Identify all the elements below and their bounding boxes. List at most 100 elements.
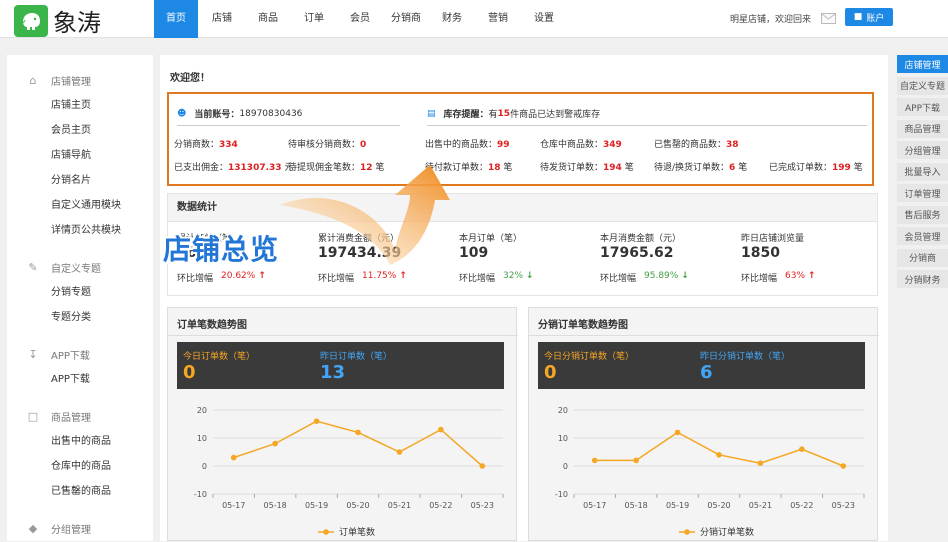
nav-item[interactable]: 商品 (246, 0, 290, 38)
stat-value: 334 (219, 140, 238, 150)
data-point[interactable] (591, 457, 598, 464)
stat-label: 已售罄的商品数： (654, 140, 727, 150)
basket-icon: □ (27, 410, 39, 423)
stat-item[interactable]: 待审核分销商数：0 (288, 137, 366, 150)
kpi-change: 20.62% ↑ (221, 271, 266, 284)
quick-menu-item[interactable]: 分销财务 (897, 270, 948, 288)
sidebar-item[interactable]: 会员主页 (7, 118, 153, 143)
mail-icon[interactable] (821, 13, 837, 24)
nav-item[interactable]: 会员 (338, 0, 382, 38)
data-point[interactable] (438, 426, 444, 433)
stat-unit: 笔 (738, 163, 748, 173)
stat-label: 待审核分销商数： (288, 140, 361, 150)
stat-item[interactable]: 已完成订单数：199 笔 (769, 160, 863, 173)
sidebar: ⌂ 店铺管理 店铺主页 会员主页 店铺导航 分销名片 自定义通用模块 详情页公共模块 ✎ 自定义专… (7, 55, 153, 541)
arrow-down-icon: ↓ (681, 271, 689, 281)
quick-menu-item[interactable]: APP下载 (897, 98, 948, 116)
data-point[interactable] (674, 429, 681, 436)
data-point[interactable] (840, 463, 847, 469)
stock-count[interactable]: 15 (498, 109, 511, 119)
x-tick-label: 05-23 (471, 501, 494, 510)
kpi-change: 95.89% ↓ (644, 271, 689, 284)
stat-item[interactable]: 待发货订单数：194 笔 (540, 160, 634, 173)
stat-unit: 笔 (503, 163, 513, 173)
data-point[interactable] (799, 446, 805, 452)
x-tick-label: 05-23 (832, 501, 855, 510)
x-tick-label: 05-17 (583, 501, 606, 510)
account-button[interactable]: ■ 账户 (845, 8, 893, 26)
data-point[interactable] (633, 457, 639, 464)
arrow-up-icon: ↑ (258, 271, 266, 281)
nav-item[interactable]: 分销商 (384, 0, 428, 38)
sidebar-group-header: ✎ 自定义专题 (7, 255, 153, 280)
stat-value: 38 (726, 140, 739, 150)
kpi-title: 昨日店铺浏览量 (741, 234, 805, 244)
nav-item[interactable]: 设置 (522, 0, 566, 38)
quick-menu-item[interactable]: 售后服务 (897, 205, 948, 224)
sidebar-item[interactable]: APP下载 (7, 367, 153, 392)
nav-item[interactable]: 财务 (430, 0, 474, 38)
right-quick-menu: 店铺管理自定义专题 APP下载商品管理分组管理批量导入订单管理售后服务会员管理分销… (897, 55, 948, 292)
stat-unit: 笔 (853, 163, 863, 173)
main-content: 欢迎您！ ☻ 当前账号： 18970830436 ▤ 库存提醒： 有 15 件商… (160, 55, 888, 541)
order-summary: 今日订单数（笔） 0 昨日订单数（笔） 13 (177, 342, 504, 389)
sidebar-item[interactable]: 分销专题 (7, 280, 153, 305)
kpi-change-label: 环比增幅 (177, 274, 214, 284)
kpi-change-value: 20.62% (221, 271, 256, 281)
stat-item[interactable]: 仓库中商品数：349 (540, 137, 622, 150)
account-value: 18970830436 (239, 108, 303, 119)
stat-value: 0 (360, 140, 367, 150)
data-point[interactable] (355, 429, 361, 436)
quick-menu-item[interactable]: 会员管理 (897, 227, 948, 245)
sidebar-item[interactable]: 店铺主页 (7, 93, 153, 118)
quick-menu-item[interactable]: 分组管理 (897, 141, 948, 159)
quick-menu-item[interactable]: 店铺管理 (897, 55, 948, 73)
x-tick-label: 05-17 (222, 501, 245, 510)
sidebar-item[interactable]: 自定义通用模块 (7, 193, 153, 218)
quick-menu-item[interactable]: 分销商 (897, 248, 948, 267)
nav-item[interactable]: 营销 (476, 0, 520, 38)
sidebar-item[interactable]: 已售罄的商品 (7, 479, 153, 504)
sidebar-item[interactable]: 详情页公共模块 (7, 218, 153, 243)
overlay-title: 店铺总览 (163, 233, 280, 266)
nav-item[interactable]: 店铺 (200, 0, 244, 38)
sidebar-group-title: 店铺管理 (51, 77, 91, 88)
data-point[interactable] (272, 440, 278, 447)
stat-item[interactable]: 出售中的商品数：99 (425, 137, 510, 150)
yesterday-orders-value: 13 (320, 362, 346, 383)
legend-marker (323, 529, 329, 535)
nav-item[interactable]: 订单 (292, 0, 336, 38)
stat-value: 349 (603, 140, 622, 150)
quick-menu-item[interactable]: 批量导入 (897, 162, 948, 181)
data-point[interactable] (230, 454, 237, 461)
data-point[interactable] (757, 460, 764, 466)
stat-label: 已支出佣金： (174, 163, 229, 173)
today-orders-label: 今日订单数（笔） (183, 352, 256, 362)
logo[interactable]: 象涛 (14, 3, 101, 38)
stat-item[interactable]: 已售罄的商品数：38 (654, 137, 739, 150)
sidebar-item[interactable]: 专题分类 (7, 305, 153, 330)
y-tick-label: 0 (563, 462, 568, 471)
sidebar-item[interactable]: 店铺导航 (7, 143, 153, 168)
data-point[interactable] (479, 463, 486, 469)
stat-value: 194 (603, 163, 622, 173)
quick-menu-item[interactable]: 自定义专题 (897, 76, 948, 95)
stock-prefix: 有 (488, 110, 498, 120)
data-point[interactable] (716, 452, 722, 458)
y-tick-label: 0 (202, 462, 207, 471)
stat-item[interactable]: 分销商数：334 (174, 137, 238, 150)
chart-icon: ▤ (427, 108, 436, 119)
quick-menu-item[interactable]: 商品管理 (897, 119, 948, 138)
sidebar-item[interactable]: 分销名片 (7, 168, 153, 193)
x-tick-label: 05-20 (346, 501, 369, 510)
quick-menu-item[interactable]: 订单管理 (897, 184, 948, 202)
yesterday-dist-orders-label: 昨日分销订单数（笔） (700, 352, 791, 362)
nav-item[interactable]: 首页 (154, 0, 198, 38)
chart-title: 订单笔数趋势图 (177, 320, 247, 331)
sidebar-item[interactable]: 出售中的商品 (7, 429, 153, 454)
data-point[interactable] (313, 418, 320, 424)
data-point[interactable] (396, 449, 403, 455)
stat-item[interactable]: 待退/换货订单数：6 笔 (654, 160, 747, 173)
y-tick-label: -10 (555, 490, 568, 499)
sidebar-item[interactable]: 仓库中的商品 (7, 454, 153, 479)
